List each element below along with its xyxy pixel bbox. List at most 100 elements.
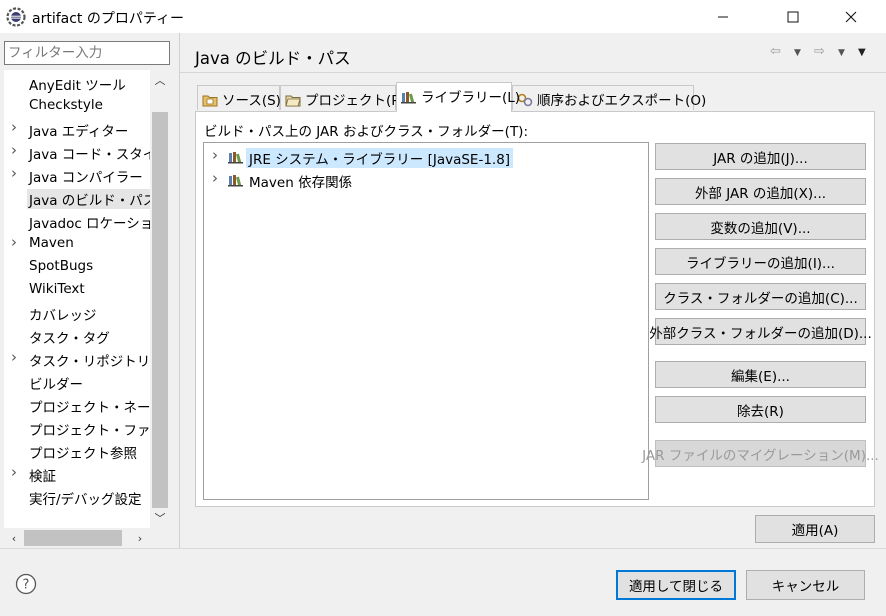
forward-dropdown-icon[interactable]: ▼ bbox=[838, 48, 845, 58]
footer-separator bbox=[0, 548, 886, 549]
apply-button[interactable]: 適用(A) bbox=[755, 515, 875, 543]
maximize-icon bbox=[787, 11, 799, 22]
expand-chevron-icon[interactable]: › bbox=[212, 146, 218, 164]
expand-chevron-icon[interactable]: › bbox=[11, 164, 21, 182]
sidebar-item[interactable]: › タスク・リポジトリー bbox=[5, 348, 151, 370]
forward-arrow-icon[interactable]: ⇨ bbox=[814, 44, 825, 59]
library-icon bbox=[228, 152, 243, 164]
filter-input[interactable] bbox=[4, 41, 170, 65]
sidebar-item-label: 検証 bbox=[29, 469, 56, 485]
sidebar-item-label: Maven bbox=[29, 235, 74, 251]
apply-and-close-button[interactable]: 適用して閉じる bbox=[616, 570, 736, 600]
add-jar-button[interactable]: JAR の追加(J)... bbox=[655, 143, 866, 170]
sidebar-item[interactable]: 実行/デバッグ設定 bbox=[5, 486, 151, 508]
tab-order-export[interactable]: 順序およびエクスポート(O) bbox=[512, 85, 706, 110]
sidebar-item[interactable]: ビルダー bbox=[5, 371, 151, 393]
expand-chevron-icon[interactable]: › bbox=[11, 233, 21, 251]
expand-chevron-icon[interactable]: › bbox=[11, 141, 21, 159]
library-entry[interactable]: › JRE システム・ライブラリー [JavaSE-1.8] bbox=[204, 146, 514, 168]
sidebar-item[interactable]: SpotBugs bbox=[5, 256, 151, 278]
tab-source[interactable]: ソース(S) bbox=[197, 85, 281, 110]
add-external-jar-button[interactable]: 外部 JAR の追加(X)... bbox=[655, 178, 866, 205]
sidebar-item-label: Java コード・スタイル bbox=[29, 147, 151, 163]
close-icon bbox=[845, 11, 857, 22]
sidebar-item-label: AnyEdit ツール bbox=[29, 78, 126, 94]
sidebar-item-label: プロジェクト参照 bbox=[29, 446, 137, 462]
scroll-left-icon[interactable]: ‹ bbox=[4, 528, 24, 548]
header-separator bbox=[180, 72, 886, 73]
scroll-right-icon[interactable]: › bbox=[130, 528, 150, 548]
sidebar-item[interactable]: Java のビルド・パス bbox=[5, 187, 151, 209]
sidebar-item[interactable]: プロジェクト・ネーチャー bbox=[5, 394, 151, 416]
page-title: Java のビルド・パス bbox=[195, 49, 351, 68]
expand-chevron-icon[interactable]: › bbox=[11, 118, 21, 136]
sidebar-item[interactable]: › Java コード・スタイル bbox=[5, 141, 151, 163]
pane-divider[interactable] bbox=[179, 33, 180, 548]
add-external-class-folder-button[interactable]: 外部クラス・フォルダーの追加(D)... bbox=[649, 318, 872, 345]
svg-text:?: ? bbox=[23, 578, 30, 593]
sidebar-item-label: タスク・タグ bbox=[29, 331, 110, 347]
scroll-up-icon[interactable]: ︿ bbox=[150, 70, 170, 90]
back-dropdown-icon[interactable]: ▼ bbox=[794, 48, 801, 58]
sidebar-item[interactable]: Javadoc ロケーション bbox=[5, 210, 151, 232]
cancel-button[interactable]: キャンセル bbox=[746, 570, 865, 600]
horizontal-scroll-thumb[interactable] bbox=[24, 530, 122, 546]
sidebar-item[interactable]: WikiText bbox=[5, 279, 151, 301]
sidebar-item[interactable]: AnyEdit ツール bbox=[5, 72, 151, 94]
close-button[interactable] bbox=[828, 0, 874, 33]
expand-chevron-icon[interactable]: › bbox=[11, 463, 21, 481]
minimize-button[interactable] bbox=[700, 0, 746, 33]
help-icon[interactable]: ? bbox=[15, 573, 37, 595]
tab-label: 順序およびエクスポート(O) bbox=[537, 93, 707, 109]
library-entry-label: Maven 依存関係 bbox=[249, 175, 353, 191]
sidebar-item-label: Java コンパイラー bbox=[29, 170, 143, 186]
libraries-label: ビルド・パス上の JAR およびクラス・フォルダー(T): bbox=[204, 124, 528, 140]
expand-chevron-icon[interactable]: › bbox=[212, 169, 218, 187]
maximize-button[interactable] bbox=[770, 0, 816, 33]
sidebar-item-label: 実行/デバッグ設定 bbox=[29, 492, 142, 508]
back-arrow-icon[interactable]: ⇦ bbox=[770, 44, 781, 59]
sidebar-item[interactable]: プロジェクト・ファセット bbox=[5, 417, 151, 439]
property-page-tree: AnyEdit ツール Checkstyle › Java エディター › Java コー… bbox=[4, 70, 170, 528]
library-entry[interactable]: › Maven 依存関係 bbox=[204, 169, 504, 191]
history-navigation: ⇦ ▼ ⇨ ▼ ▼ bbox=[770, 44, 874, 64]
sidebar-item-label: カバレッジ bbox=[29, 308, 97, 324]
remove-button[interactable]: 除去(R) bbox=[655, 396, 866, 423]
sidebar-item[interactable]: › Java エディター bbox=[5, 118, 151, 140]
sidebar-item[interactable]: タスク・タグ bbox=[5, 325, 151, 347]
scroll-down-icon[interactable]: ﹀ bbox=[150, 508, 170, 528]
add-variable-button[interactable]: 変数の追加(V)... bbox=[655, 213, 866, 240]
library-entry-label: JRE システム・ライブラリー [JavaSE-1.8] bbox=[246, 148, 514, 168]
sidebar-item[interactable]: プロジェクト参照 bbox=[5, 440, 151, 462]
library-icon bbox=[228, 175, 243, 187]
sidebar-item[interactable]: › Maven bbox=[5, 233, 151, 255]
sidebar-item-label: WikiText bbox=[29, 281, 85, 297]
expand-chevron-icon[interactable]: › bbox=[11, 348, 21, 366]
tab-projects[interactable]: プロジェクト(P) bbox=[280, 85, 405, 110]
tab-label: ライブラリー(L) bbox=[421, 90, 521, 106]
horizontal-scrollbar[interactable]: ‹ › bbox=[4, 528, 170, 548]
tab-label: ソース(S) bbox=[222, 93, 281, 109]
add-library-button[interactable]: ライブラリーの追加(I)... bbox=[655, 248, 866, 275]
sidebar-item-label: プロジェクト・ネーチャー bbox=[29, 400, 151, 416]
project-folder-icon bbox=[285, 95, 301, 107]
edit-button[interactable]: 編集(E)... bbox=[655, 361, 866, 388]
view-menu-icon[interactable]: ▼ bbox=[858, 47, 866, 58]
vertical-scrollbar[interactable]: ︿ ﹀ bbox=[150, 70, 170, 528]
sidebar-item[interactable]: › Java コンパイラー bbox=[5, 164, 151, 186]
add-class-folder-button[interactable]: クラス・フォルダーの追加(C)... bbox=[655, 283, 866, 310]
source-folder-icon bbox=[202, 95, 218, 107]
sidebar-item-label: Javadoc ロケーション bbox=[29, 216, 151, 232]
vertical-scroll-thumb[interactable] bbox=[152, 112, 168, 508]
sidebar-item[interactable]: カバレッジ bbox=[5, 302, 151, 324]
tab-libraries[interactable]: ライブラリー(L) bbox=[396, 82, 520, 112]
sidebar-item-label: プロジェクト・ファセット bbox=[29, 423, 151, 439]
minimize-icon bbox=[718, 16, 728, 17]
library-icon bbox=[401, 92, 416, 104]
sidebar-item[interactable]: Checkstyle bbox=[5, 95, 151, 117]
libraries-tree[interactable]: › JRE システム・ライブラリー [JavaSE-1.8] › Maven 依存関係 bbox=[203, 142, 649, 500]
eclipse-app-icon bbox=[6, 7, 26, 27]
sidebar-item-label: タスク・リポジトリー bbox=[29, 354, 151, 370]
sidebar-item[interactable]: › 検証 bbox=[5, 463, 151, 485]
tab-label: プロジェクト(P) bbox=[305, 93, 405, 109]
